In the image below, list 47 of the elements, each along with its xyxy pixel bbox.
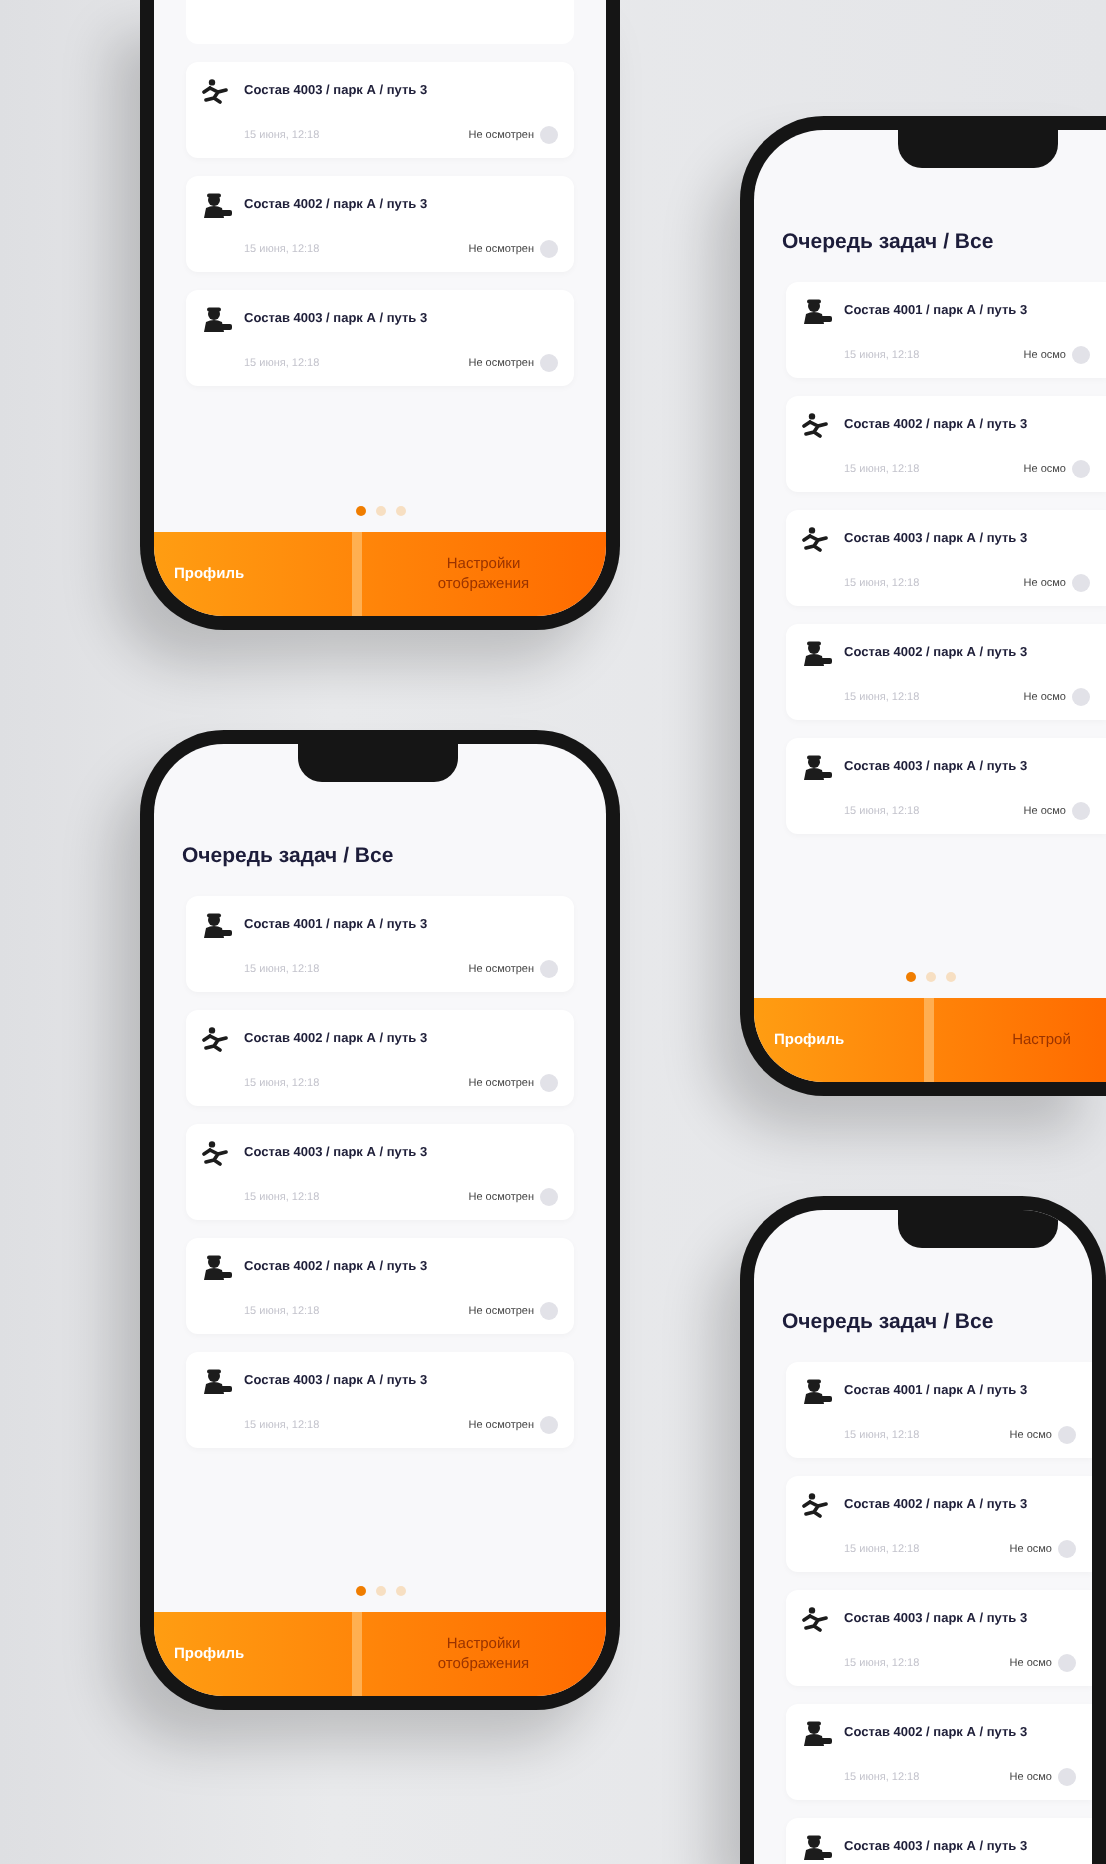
worker-icon [202, 1254, 232, 1280]
screen-title: Очередь задач / Все [182, 844, 396, 868]
page-dot[interactable] [355, 506, 365, 516]
page-dot[interactable] [355, 1586, 365, 1596]
status-icon [540, 1416, 558, 1434]
screen-title: Очередь задач / Все [782, 230, 996, 254]
status-icon [540, 126, 558, 144]
page-dot[interactable] [395, 506, 405, 516]
status-icon [540, 960, 558, 978]
running-person-icon [202, 1140, 232, 1166]
worker-icon [802, 1378, 832, 1404]
status-icon [1072, 574, 1090, 592]
running-person-icon [802, 526, 832, 552]
worker-icon [802, 298, 832, 324]
status-icon [1058, 1654, 1076, 1672]
worker-icon [202, 1368, 232, 1394]
status-icon [1058, 1426, 1076, 1444]
status-icon [1058, 1768, 1076, 1786]
worker-icon [802, 640, 832, 666]
page-dot[interactable] [945, 972, 955, 982]
status-icon [1072, 802, 1090, 820]
page-dot[interactable] [375, 1586, 385, 1596]
running-person-icon [802, 1492, 832, 1518]
worker-icon [202, 912, 232, 938]
running-person-icon [202, 1026, 232, 1052]
worker-icon [802, 754, 832, 780]
running-person-icon [202, 78, 232, 104]
page-dot[interactable] [395, 1586, 405, 1596]
worker-icon [202, 192, 232, 218]
status-icon [1072, 460, 1090, 478]
running-person-icon [802, 412, 832, 438]
status-icon [540, 354, 558, 372]
status-icon [1058, 1540, 1076, 1558]
status-icon [1072, 688, 1090, 706]
page-dot[interactable] [375, 506, 385, 516]
screen-title: Очередь задач / Все [782, 1310, 996, 1334]
worker-icon [802, 1720, 832, 1746]
status-icon [1072, 346, 1090, 364]
status-icon [540, 1074, 558, 1092]
status-icon [540, 240, 558, 258]
page-dot[interactable] [905, 972, 915, 982]
status-icon [540, 1188, 558, 1206]
worker-icon [802, 1834, 832, 1860]
status-icon [540, 1302, 558, 1320]
running-person-icon [802, 1606, 832, 1632]
worker-icon [202, 306, 232, 332]
page-dot[interactable] [925, 972, 935, 982]
